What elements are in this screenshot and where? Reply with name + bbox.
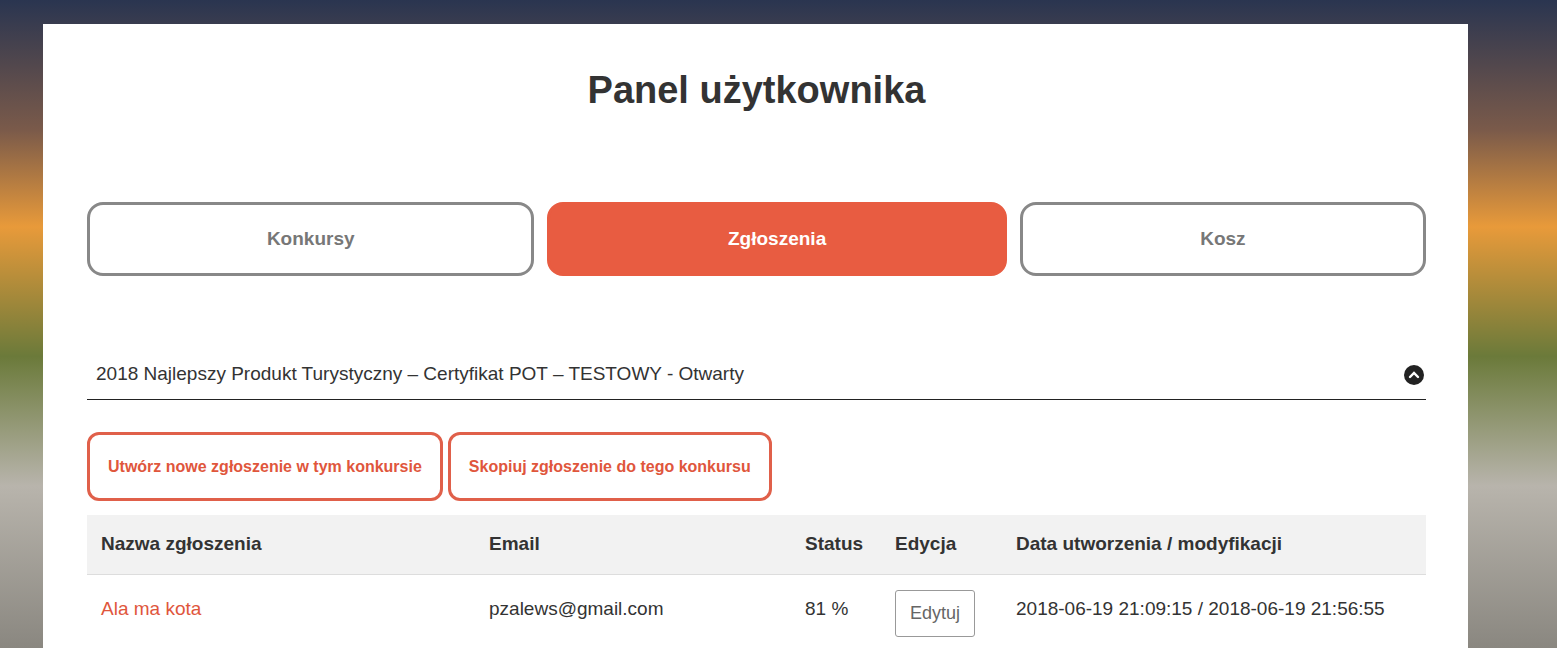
tab[interactable]: Kosz	[1020, 202, 1426, 276]
submission-dates: 2018-06-19 21:09:15 / 2018-06-19 21:56:5…	[1002, 595, 1426, 624]
column-header: Data utworzenia / modyfikacji	[1002, 530, 1426, 559]
tab[interactable]: Zgłoszenia	[547, 202, 1006, 276]
table-row: Ala ma kotapzalews@gmail.com81 % Edytuj 20…	[87, 575, 1426, 647]
contest-title: 2018 Najlepszy Produkt Turystyczny – Cer…	[96, 360, 744, 389]
submission-email: pzalews@gmail.com	[475, 595, 791, 624]
contest-header[interactable]: 2018 Najlepszy Produkt Turystyczny – Cer…	[87, 350, 1426, 400]
tab[interactable]: Konkursy	[87, 202, 534, 276]
table-header: Nazwa zgłoszeniaEmailStatusEdycjaData ut…	[87, 515, 1426, 575]
submissions-table: Nazwa zgłoszeniaEmailStatusEdycjaData ut…	[87, 515, 1426, 647]
edit-cell: Edytuj	[881, 590, 1002, 637]
page: Panel użytkownika KonkursyZgłoszeniaKosz 2…	[0, 0, 1557, 648]
chevron-up-icon[interactable]	[1404, 365, 1424, 385]
tab-bar: KonkursyZgłoszeniaKosz	[87, 202, 1426, 276]
column-header: Email	[475, 530, 791, 559]
user-panel: Panel użytkownika KonkursyZgłoszeniaKosz 2…	[43, 24, 1468, 648]
column-header: Status	[791, 530, 881, 559]
action-button[interactable]: Skopiuj zgłoszenie do tego konkursu	[448, 432, 772, 501]
action-bar: Utwórz nowe zgłoszenie w tym konkursieSk…	[87, 432, 1426, 501]
edit-button[interactable]: Edytuj	[895, 590, 975, 637]
page-title: Panel użytkownika	[87, 68, 1426, 112]
submission-name[interactable]: Ala ma kota	[87, 595, 475, 624]
submission-status: 81 %	[791, 595, 881, 624]
column-header: Nazwa zgłoszenia	[87, 530, 475, 559]
action-button[interactable]: Utwórz nowe zgłoszenie w tym konkursie	[87, 432, 443, 501]
column-header: Edycja	[881, 530, 1002, 559]
